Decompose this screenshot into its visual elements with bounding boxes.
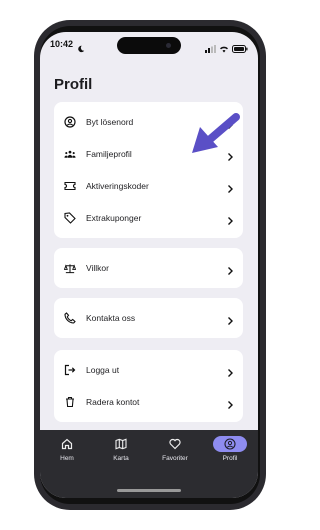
profile-icon bbox=[213, 436, 247, 452]
menu-item-terms[interactable]: Villkor bbox=[54, 252, 243, 284]
dynamic-island bbox=[117, 37, 181, 54]
logout-icon bbox=[64, 364, 76, 376]
menu-item-label: Kontakta oss bbox=[86, 313, 136, 323]
menu-item-label: Byt lösenord bbox=[86, 117, 134, 127]
page-title: Profil bbox=[54, 76, 93, 93]
menu-item-label: Extrakuponger bbox=[86, 213, 142, 223]
menu-item-label: Aktiveringskoder bbox=[86, 181, 149, 191]
menu-item-label: Villkor bbox=[86, 263, 109, 273]
tab-label: Profil bbox=[222, 455, 238, 462]
trash-icon bbox=[64, 396, 76, 408]
status-time: 10:42 bbox=[50, 39, 74, 49]
phone-icon bbox=[64, 312, 76, 324]
family-icon bbox=[64, 148, 76, 160]
scale-icon bbox=[64, 262, 76, 274]
tab-label: Favoriter bbox=[162, 455, 188, 462]
tab-favorites[interactable]: Favoriter bbox=[155, 436, 195, 476]
menu-item-delete-account[interactable]: Radera kontot bbox=[54, 386, 243, 418]
settings-card-contact: Kontakta oss bbox=[54, 298, 243, 338]
annotation-arrow bbox=[188, 113, 240, 162]
home-icon bbox=[52, 436, 82, 452]
menu-item-logout[interactable]: Logga ut bbox=[54, 354, 243, 386]
tab-home[interactable]: Hem bbox=[47, 436, 87, 476]
tab-bar: Hem Karta Favoriter Profil bbox=[40, 430, 258, 498]
status-bar-main: 10:42 bbox=[40, 32, 258, 62]
tab-profile[interactable]: Profil bbox=[210, 436, 250, 476]
signal-icon bbox=[205, 40, 216, 58]
home-indicator bbox=[117, 489, 181, 492]
heart-icon bbox=[160, 436, 190, 452]
menu-item-label: Familjeprofil bbox=[86, 149, 132, 159]
chevron-right-icon bbox=[225, 263, 235, 275]
menu-item-contact-us[interactable]: Kontakta oss bbox=[54, 302, 243, 334]
settings-card-account-actions: Logga ut Radera kontot bbox=[54, 350, 243, 422]
menu-item-activation-codes[interactable]: Aktiveringskoder bbox=[54, 170, 243, 202]
user-circle-icon bbox=[64, 116, 76, 128]
status-icons bbox=[205, 40, 248, 58]
ticket-icon bbox=[64, 180, 76, 192]
chevron-right-icon bbox=[225, 365, 235, 377]
tab-label: Karta bbox=[113, 455, 129, 462]
menu-item-extra-coupons[interactable]: Extrakuponger bbox=[54, 202, 243, 234]
map-icon bbox=[106, 436, 136, 452]
battery-icon bbox=[232, 40, 248, 58]
menu-item-label: Radera kontot bbox=[86, 397, 140, 407]
chevron-right-icon bbox=[225, 181, 235, 193]
settings-card-terms: Villkor bbox=[54, 248, 243, 288]
tab-map[interactable]: Karta bbox=[101, 436, 141, 476]
menu-item-label: Logga ut bbox=[86, 365, 120, 375]
chevron-right-icon bbox=[225, 397, 235, 409]
chevron-right-icon bbox=[225, 313, 235, 325]
tag-icon bbox=[64, 212, 76, 224]
chevron-right-icon bbox=[225, 213, 235, 225]
screen-content: 10:42 Profil Byt lösenord Familjeprofil … bbox=[40, 32, 258, 498]
moon-icon bbox=[77, 40, 85, 58]
wifi-icon bbox=[219, 40, 229, 58]
tab-label: Hem bbox=[60, 455, 74, 462]
